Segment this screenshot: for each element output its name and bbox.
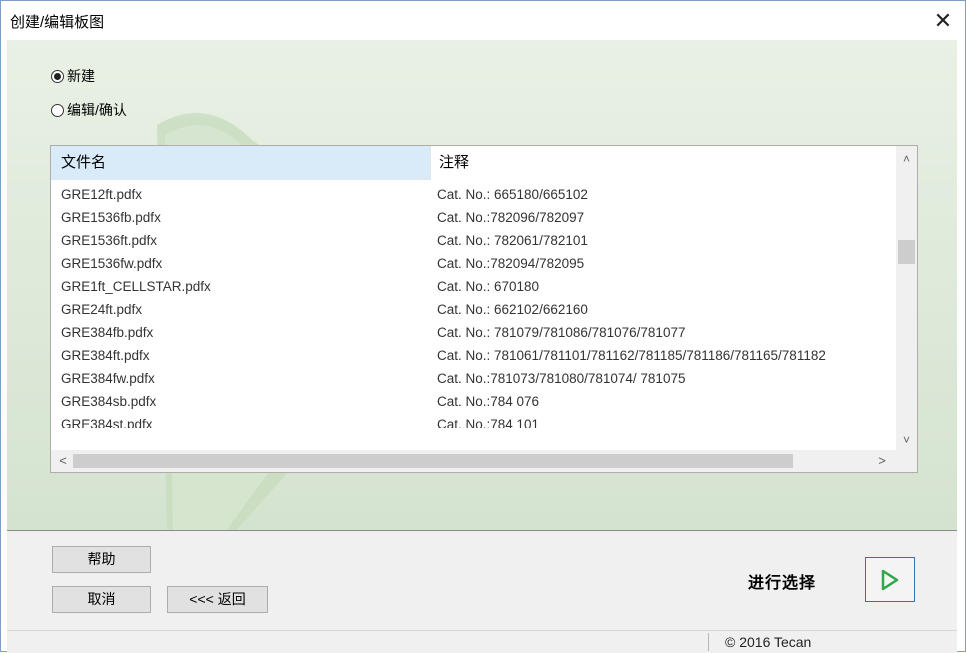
select-label: 进行选择: [748, 575, 817, 592]
file-name-cell: GRE384sb.pdfx: [61, 394, 157, 409]
back-button[interactable]: <<< 返回: [167, 586, 268, 613]
file-name-cell: GRE1536fw.pdfx: [61, 256, 163, 271]
vertical-scrollbar[interactable]: ˄ ˅: [896, 146, 917, 450]
list-item[interactable]: GRE1536fw.pdfx Cat. No.:782094/782095: [51, 252, 896, 275]
list-item[interactable]: GRE1536ft.pdfx Cat. No.: 782061/782101: [51, 229, 896, 252]
radio-edit-indicator[interactable]: [51, 103, 64, 117]
horizontal-scroll-thumb[interactable]: [73, 454, 793, 468]
file-name-cell: GRE1536ft.pdfx: [61, 233, 158, 248]
list-item[interactable]: GRE384st.pdfx Cat. No.:784 101: [51, 413, 896, 428]
close-icon[interactable]: ✕: [921, 1, 965, 41]
radio-new[interactable]: 新建: [51, 66, 95, 86]
list-item[interactable]: GRE384fw.pdfx Cat. No.:781073/781080/7810…: [51, 367, 896, 390]
file-note-cell: Cat. No.:782094/782095: [437, 256, 585, 271]
help-button[interactable]: 帮助: [52, 546, 151, 573]
file-note-cell: Cat. No.: 782061/782101: [437, 233, 588, 248]
file-note-cell: Cat. No.: 670180: [437, 279, 540, 294]
main-panel: 新建 编辑/确认 文件名 注释 GRE12ft.pdfx Cat. No.: 66…: [7, 40, 957, 530]
radio-edit[interactable]: 编辑/确认: [51, 100, 127, 120]
file-note-cell: Cat. No.: 662102/662160: [437, 302, 588, 317]
list-item[interactable]: GRE384fb.pdfx Cat. No.: 781079/781086/781…: [51, 321, 896, 344]
list-item[interactable]: GRE12ft.pdfx Cat. No.: 665180/665102: [51, 183, 896, 206]
file-name-cell: GRE12ft.pdfx: [61, 187, 143, 202]
list-item[interactable]: GRE1536fb.pdfx Cat. No.:782096/782097: [51, 206, 896, 229]
list-rows: GRE12ft.pdfx Cat. No.: 665180/665102 GRE15…: [51, 183, 896, 428]
scroll-right-icon[interactable]: >: [872, 450, 892, 472]
copyright-text: © 2016 Tecan: [725, 634, 812, 650]
file-note-cell: Cat. No.: 781061/781101/781162/781185/78…: [437, 348, 826, 363]
vertical-scroll-thumb[interactable]: [898, 240, 915, 264]
radio-new-label: 新建: [67, 68, 95, 84]
file-name-cell: GRE1536fb.pdfx: [61, 210, 161, 225]
scroll-up-icon[interactable]: ˄: [896, 149, 917, 169]
title-bar: 创建/编辑板图 ✕: [1, 1, 965, 41]
list-header: 文件名 注释: [51, 146, 896, 180]
scroll-down-icon[interactable]: ˅: [896, 430, 917, 450]
file-name-cell: GRE384st.pdfx: [61, 417, 153, 428]
play-icon: [881, 569, 899, 590]
file-name-cell: GRE384fw.pdfx: [61, 371, 155, 386]
column-header-filename[interactable]: 文件名: [51, 146, 431, 180]
file-name-cell: GRE384ft.pdfx: [61, 348, 150, 363]
button-bar: 帮助 取消 <<< 返回 进行选择: [7, 530, 957, 631]
file-name-cell: GRE1ft_CELLSTAR.pdfx: [61, 279, 211, 294]
file-note-cell: Cat. No.: 781079/781086/781076/781077: [437, 325, 686, 340]
list-item[interactable]: GRE24ft.pdfx Cat. No.: 662102/662160: [51, 298, 896, 321]
list-item[interactable]: GRE384sb.pdfx Cat. No.:784 076: [51, 390, 896, 413]
scroll-left-icon[interactable]: <: [53, 450, 73, 472]
list-item[interactable]: GRE1ft_CELLSTAR.pdfx Cat. No.: 670180: [51, 275, 896, 298]
file-note-cell: Cat. No.:784 101: [437, 417, 540, 428]
proceed-button[interactable]: [865, 557, 915, 602]
file-name-cell: GRE384fb.pdfx: [61, 325, 154, 340]
file-note-cell: Cat. No.: 665180/665102: [437, 187, 588, 202]
cancel-button[interactable]: 取消: [52, 586, 151, 613]
file-note-cell: Cat. No.:781073/781080/781074/ 781075: [437, 371, 686, 386]
file-note-cell: Cat. No.:782096/782097: [437, 210, 585, 225]
file-note-cell: Cat. No.:784 076: [437, 394, 540, 409]
file-name-cell: GRE24ft.pdfx: [61, 302, 143, 317]
window-title: 创建/编辑板图: [10, 14, 105, 31]
status-bar: © 2016 Tecan: [7, 630, 957, 653]
horizontal-scrollbar[interactable]: < >: [51, 450, 896, 472]
list-item[interactable]: GRE384ft.pdfx Cat. No.: 781061/781101/781…: [51, 344, 896, 367]
radio-edit-label: 编辑/确认: [67, 102, 127, 118]
column-header-note[interactable]: 注释: [431, 146, 896, 180]
radio-new-indicator[interactable]: [51, 69, 64, 83]
status-separator: [708, 633, 709, 651]
file-list[interactable]: 文件名 注释 GRE12ft.pdfx Cat. No.: 665180/6651…: [50, 145, 918, 473]
scrollbar-corner: [896, 450, 917, 472]
